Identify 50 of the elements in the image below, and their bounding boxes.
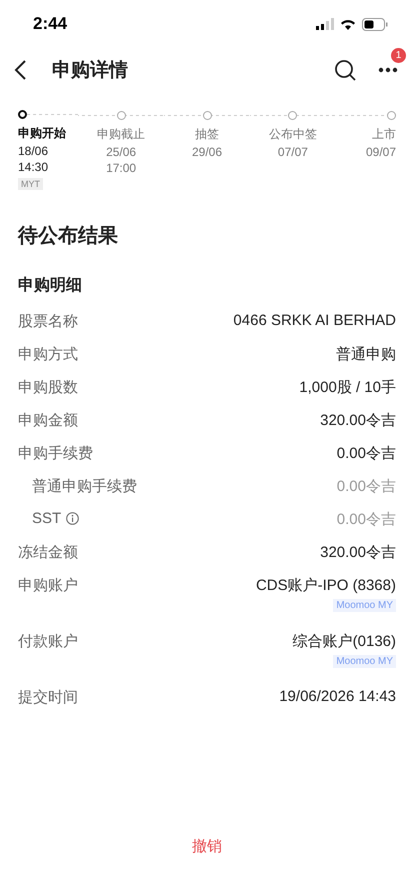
detail-label: 普通申购手续费 (32, 477, 137, 496)
step-label: 公布中签 (268, 126, 317, 143)
step-time: 14:30 (18, 160, 48, 174)
step-date: 29/06 (192, 145, 222, 159)
detail-label: 申购手续费 (18, 444, 93, 463)
detail-value: 1,000股 / 10手 (299, 378, 396, 397)
detail-value: CDS账户-IPO (8368) (256, 576, 396, 595)
step-date: 25/06 (106, 145, 136, 159)
detail-value: 普通申购 (336, 345, 396, 364)
detail-label: 申购金额 (18, 411, 78, 430)
section-title: 申购明细 (17, 276, 83, 296)
detail-label: 申购方式 (18, 345, 78, 364)
step-date: 09/07 (366, 145, 396, 159)
step-label: 申购开始 (18, 125, 66, 142)
detail-label: 股票名称 (18, 312, 78, 331)
broker-tag: Moomoo MY (333, 599, 396, 612)
step-label: 抽签 (195, 126, 219, 143)
wifi-icon (340, 18, 356, 30)
step-date: 07/07 (278, 145, 308, 159)
broker-tag: Moomoo MY (333, 655, 396, 668)
step-label: 申购截止 (97, 126, 146, 143)
notification-badge: 1 (391, 48, 406, 63)
detail-label: 申购股数 (18, 378, 78, 397)
step-time: 17:00 (106, 161, 136, 175)
search-icon[interactable] (334, 59, 356, 81)
detail-value: 19/06/2026 14:43 (279, 688, 396, 705)
page-title: 申购详情 (52, 58, 128, 83)
detail-label: SST (32, 510, 62, 527)
signal-icon (316, 18, 334, 30)
timezone-tag: MYT (18, 178, 43, 190)
cancel-button[interactable]: 撤销 (182, 833, 232, 860)
step-date: 18/06 (18, 144, 48, 158)
detail-value: 0.00令吉 (336, 477, 396, 496)
info-icon[interactable] (66, 512, 80, 525)
detail-value: 综合账户(0136) (292, 632, 396, 651)
detail-value: 320.00令吉 (320, 411, 396, 430)
more-icon[interactable] (378, 67, 398, 73)
step-label: 上市 (372, 126, 396, 143)
detail-value: 0466 SRKK AI BERHAD (233, 312, 396, 329)
detail-label: 冻结金额 (18, 543, 78, 562)
detail-label: 申购账户 (18, 576, 78, 595)
detail-label: 提交时间 (18, 688, 78, 707)
detail-value: 320.00令吉 (320, 543, 396, 562)
battery-icon (362, 18, 388, 30)
status-time: 2:44 (33, 14, 68, 34)
detail-label: 付款账户 (18, 632, 78, 651)
back-icon[interactable] (14, 60, 28, 80)
status-heading: 待公布结果 (16, 224, 119, 249)
detail-value: 0.00令吉 (336, 510, 396, 529)
detail-value: 0.00令吉 (336, 444, 396, 463)
